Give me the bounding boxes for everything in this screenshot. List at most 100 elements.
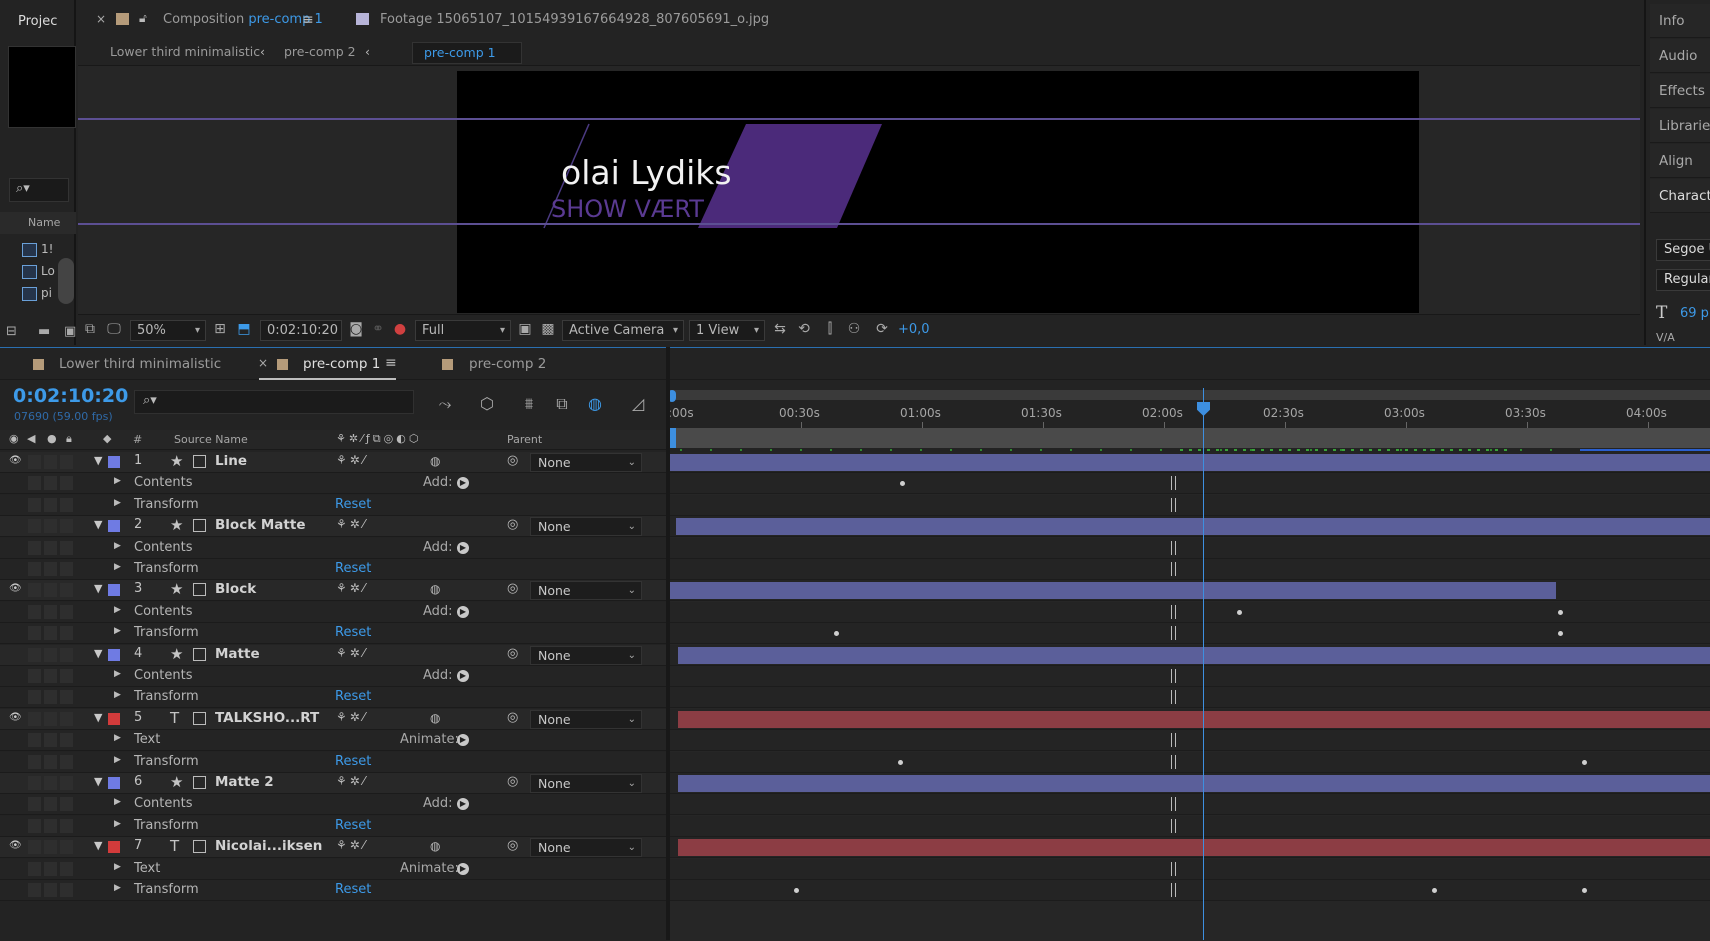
solo-switch[interactable] [44,604,57,619]
property-row[interactable]: ▶ Text Animate: ▶ [0,858,666,880]
audio-switch[interactable] [28,754,41,769]
new-folder-icon[interactable]: ▬ [38,324,50,339]
eye-icon[interactable] [9,605,23,617]
reset-link[interactable]: Reset [335,561,371,576]
tab-lower-third[interactable]: Lower third minimalistic [59,348,221,380]
layer-row[interactable]: 👁︎ ▼ 3 ★ Block ⚘✲⁄ ◍ ◎ None ⌄ [0,580,666,602]
property-name[interactable]: Transform [134,625,199,640]
keyframe-navigator-icon[interactable] [1171,754,1176,769]
exposure-value[interactable]: +0,0 [898,322,930,337]
lock-switch[interactable] [60,797,73,812]
layer-switches-icon[interactable]: ⚘✲⁄ [336,517,368,531]
add-menu-icon[interactable]: ▶ [457,670,469,682]
camera-select[interactable]: Active Camera ▾ [562,320,684,341]
property-keyframe-row[interactable] [670,880,1710,901]
layer-label-color[interactable] [108,456,120,468]
layer-duration-bar[interactable] [676,518,1710,536]
solo-switch[interactable] [44,540,57,555]
keyframe-navigator-icon[interactable] [1171,540,1176,555]
twirl-right-icon[interactable]: ▶ [114,605,121,615]
layer-switches-icon[interactable]: ⚘✲⁄ [336,710,368,724]
layer-duration-row[interactable] [670,516,1710,538]
tab-pre-comp-2[interactable]: pre-comp 2 [469,348,546,380]
parent-select[interactable]: None ⌄ [530,581,642,601]
composition-mini-flowchart-icon[interactable]: ⤳ [434,394,456,414]
keyframe-navigator-icon[interactable] [1171,861,1176,876]
work-area-start-handle[interactable] [669,428,676,448]
property-name[interactable]: Contents [134,604,192,619]
audio-switch[interactable] [28,476,41,491]
solo-switch[interactable] [44,711,57,726]
frame-blending-icon[interactable]: ⧉ [551,394,573,414]
lock-switch[interactable] [60,861,73,876]
solo-switch[interactable] [44,626,57,641]
property-keyframe-row[interactable] [670,623,1710,645]
twirl-right-icon[interactable]: ▶ [114,690,121,700]
twirl-down-icon[interactable]: ▼ [94,647,102,660]
twirl-down-icon[interactable]: ▼ [94,454,102,467]
property-row[interactable]: ▶ Transform Reset [0,687,666,709]
transparency-grid-icon[interactable]: ▩ [540,322,556,337]
font-family-select[interactable]: Segoe U [1656,239,1710,261]
add-menu-icon[interactable]: ▶ [457,798,469,811]
solo-switch[interactable] [44,497,57,512]
pick-whip-icon[interactable]: ◎ [507,646,518,661]
layer-switches-icon[interactable]: ⚘✲⁄ [336,774,368,788]
reset-link[interactable]: Reset [335,625,371,640]
keyframe-navigator-icon[interactable] [1171,797,1176,812]
channel-icon[interactable]: ● [392,322,408,337]
visibility-off-icon[interactable] [9,541,23,553]
composition-stage[interactable]: olai Lydiks SHOW VÆRT [457,71,1419,313]
parent-select[interactable]: None ⌄ [530,838,642,858]
property-row[interactable]: ▶ Transform Reset [0,880,666,901]
audio-toggle-icon[interactable]: ◀ [27,432,35,445]
composition-viewer[interactable]: olai Lydiks SHOW VÆRT [78,66,1640,314]
time-navigator-bar[interactable] [670,390,1710,400]
timeline-search-input[interactable]: ⌕▾ [134,390,414,414]
footage-tab-label[interactable]: Footage 15065107_10154939167664928_80760… [380,12,769,27]
parent-select[interactable]: None ⌄ [530,709,642,729]
exposure-icon[interactable]: ⟳ [874,322,890,337]
keyframe-marker[interactable] [1558,631,1563,637]
add-menu-icon[interactable]: ▶ [457,862,469,875]
keyframe-marker[interactable] [794,888,799,893]
layer-name[interactable]: Nicolai...iksen [215,838,322,854]
lock-toggle-icon[interactable]: 🔒︎ [66,432,72,446]
lock-switch[interactable] [60,476,73,491]
property-row[interactable]: ▶ Transform Reset [0,751,666,773]
timeline-current-time[interactable]: 0:02:10:20 [13,385,128,407]
panel-align[interactable]: Align [1650,144,1710,178]
solo-toggle-icon[interactable]: ● [47,432,57,445]
project-scrollbar[interactable] [58,258,74,304]
lock-switch[interactable] [60,733,73,748]
timeline-graph-area[interactable] [670,452,1710,941]
breadcrumb-pre-comp-2[interactable]: pre-comp 2 [284,44,356,59]
twirl-down-icon[interactable]: ▼ [94,518,102,531]
solo-switch[interactable] [44,733,57,748]
solo-switch[interactable] [44,754,57,769]
lock-switch[interactable] [60,583,73,598]
twirl-right-icon[interactable]: ▶ [114,626,121,636]
breadcrumb-pre-comp-1[interactable]: pre-comp 1 [412,42,522,64]
eye-icon[interactable]: 👁︎ [9,583,23,595]
layer-name[interactable]: Matte [215,646,260,662]
lock-switch[interactable] [60,455,73,469]
solo-switch[interactable] [44,776,57,790]
keyframe-navigator-icon[interactable] [1171,669,1176,683]
twirl-down-icon[interactable]: ▼ [94,839,102,852]
reset-link[interactable]: Reset [335,689,371,704]
view-layout-select[interactable]: 1 View ▾ [689,320,765,341]
pick-whip-icon[interactable]: ◎ [507,710,518,725]
lock-switch[interactable] [60,647,73,662]
visibility-off-icon[interactable] [9,648,23,660]
property-name[interactable]: Contents [134,540,192,555]
layer-label-color[interactable] [108,648,120,661]
panel-character[interactable]: Characte [1650,179,1710,213]
lock-switch[interactable] [60,840,73,855]
audio-switch[interactable] [28,647,41,662]
layer-row[interactable]: 👁︎ ▼ 7 T Nicolai...iksen ⚘✲⁄ ◍ ◎ None ⌄ [0,837,666,859]
composition-tab-label[interactable]: Composition pre-comp 1 [163,12,323,27]
panel-libraries[interactable]: Libraries [1650,109,1710,143]
motion-blur-switch-icon[interactable]: ◍ [430,454,440,468]
motion-blur-switch-icon[interactable]: ◍ [430,582,440,596]
